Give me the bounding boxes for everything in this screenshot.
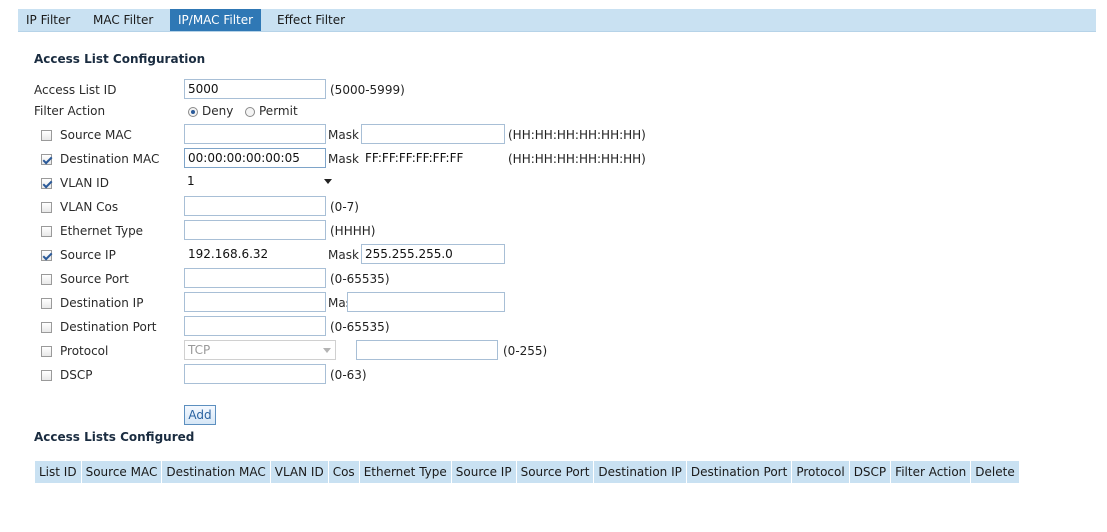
column-header: Destination Port — [685, 460, 793, 484]
access-list-id-input[interactable]: 5000 — [184, 79, 326, 99]
vlan-cos-checkbox[interactable] — [41, 202, 52, 213]
destination-ip-input[interactable] — [184, 292, 326, 312]
protocol-label: Protocol — [60, 344, 109, 358]
column-header: Source IP — [450, 460, 517, 484]
table-header-row: List ID Source MAC Destination MAC VLAN … — [34, 460, 1020, 484]
column-header: Delete — [970, 460, 1020, 484]
source-mac-input[interactable] — [184, 124, 326, 144]
column-header: Source MAC — [80, 460, 163, 484]
deny-label: Deny — [202, 104, 234, 118]
tab-bar: IP Filter MAC Filter IP/MAC Filter Effec… — [18, 9, 1096, 32]
destination-port-input[interactable] — [184, 316, 326, 336]
source-port-hint: (0-65535) — [330, 272, 390, 286]
chevron-down-icon — [324, 179, 332, 184]
destination-mac-mask-input[interactable]: FF:FF:FF:FF:FF:FF — [361, 148, 505, 168]
source-ip-label: Source IP — [60, 248, 116, 262]
protocol-number-input[interactable] — [356, 340, 498, 360]
source-ip-mask-label: Mask — [328, 248, 359, 262]
add-button[interactable]: Add — [184, 405, 216, 425]
access-lists-table: List ID Source MAC Destination MAC VLAN … — [34, 460, 1020, 484]
protocol-select[interactable]: TCP — [184, 340, 336, 360]
ethernet-type-checkbox[interactable] — [41, 226, 52, 237]
source-ip-checkbox[interactable] — [41, 250, 52, 261]
ethernet-type-input[interactable] — [184, 220, 326, 240]
destination-mac-input[interactable]: 00:00:00:00:00:05 — [184, 148, 326, 168]
source-mac-label: Source MAC — [60, 128, 132, 142]
chevron-down-icon — [323, 348, 331, 353]
dscp-label: DSCP — [60, 368, 93, 382]
column-header: List ID — [34, 460, 82, 484]
column-header: Protocol — [791, 460, 850, 484]
destination-mac-mask-label: Mask — [328, 152, 359, 166]
filter-action-label: Filter Action — [34, 104, 106, 118]
source-port-input[interactable] — [184, 268, 326, 288]
tab-ip-mac-filter[interactable]: IP/MAC Filter — [170, 9, 262, 31]
vlan-cos-input[interactable] — [184, 196, 326, 216]
access-list-id-label: Access List ID — [34, 83, 117, 97]
column-header: Ethernet Type — [358, 460, 452, 484]
vlan-id-select-value: 1 — [187, 174, 195, 188]
destination-port-hint: (0-65535) — [330, 320, 390, 334]
access-lists-configured-title: Access Lists Configured — [34, 430, 195, 444]
vlan-id-select[interactable]: 1 — [184, 172, 336, 192]
vlan-id-checkbox[interactable] — [41, 178, 52, 189]
source-port-checkbox[interactable] — [41, 274, 52, 285]
ethernet-type-label: Ethernet Type — [60, 224, 144, 238]
column-header: DSCP — [848, 460, 892, 484]
ethernet-type-hint: (HHHH) — [330, 224, 376, 238]
protocol-select-value: TCP — [188, 343, 211, 357]
column-header: Filter Action — [890, 460, 972, 484]
column-header: VLAN ID — [269, 460, 329, 484]
source-port-label: Source Port — [60, 272, 129, 286]
vlan-cos-label: VLAN Cos — [60, 200, 119, 214]
source-mac-mask-input[interactable] — [361, 124, 505, 144]
destination-ip-checkbox[interactable] — [41, 298, 52, 309]
dscp-input[interactable] — [184, 364, 326, 384]
destination-ip-mask-input[interactable] — [347, 292, 505, 312]
destination-mac-hint: (HH:HH:HH:HH:HH:HH) — [508, 152, 646, 166]
destination-mac-checkbox[interactable] — [41, 154, 52, 165]
source-ip-input[interactable]: 192.168.6.32 — [184, 244, 326, 264]
permit-label: Permit — [259, 104, 298, 118]
destination-mac-label: Destination MAC — [60, 152, 160, 166]
source-mac-hint: (HH:HH:HH:HH:HH:HH) — [508, 128, 646, 142]
protocol-hint: (0-255) — [503, 344, 548, 358]
dscp-checkbox[interactable] — [41, 370, 52, 381]
access-list-configuration-title: Access List Configuration — [34, 52, 206, 66]
column-header: Cos — [327, 460, 360, 484]
deny-radio[interactable] — [188, 107, 198, 117]
source-mac-mask-label: Mask — [328, 128, 359, 142]
tab-ip-filter[interactable]: IP Filter — [18, 9, 78, 31]
destination-ip-label: Destination IP — [60, 296, 144, 310]
destination-port-checkbox[interactable] — [41, 322, 52, 333]
source-mac-checkbox[interactable] — [41, 130, 52, 141]
destination-port-label: Destination Port — [60, 320, 157, 334]
tab-mac-filter[interactable]: MAC Filter — [85, 9, 161, 31]
permit-radio[interactable] — [245, 107, 255, 117]
source-ip-mask-input[interactable]: 255.255.255.0 — [361, 244, 505, 264]
dscp-hint: (0-63) — [330, 368, 367, 382]
access-list-id-hint: (5000-5999) — [330, 83, 405, 97]
column-header: Destination IP — [593, 460, 687, 484]
column-header: Source Port — [515, 460, 595, 484]
vlan-cos-hint: (0-7) — [330, 200, 359, 214]
protocol-checkbox[interactable] — [41, 346, 52, 357]
vlan-id-label: VLAN ID — [60, 176, 109, 190]
tab-effect-filter[interactable]: Effect Filter — [269, 9, 353, 31]
column-header: Destination MAC — [161, 460, 271, 484]
